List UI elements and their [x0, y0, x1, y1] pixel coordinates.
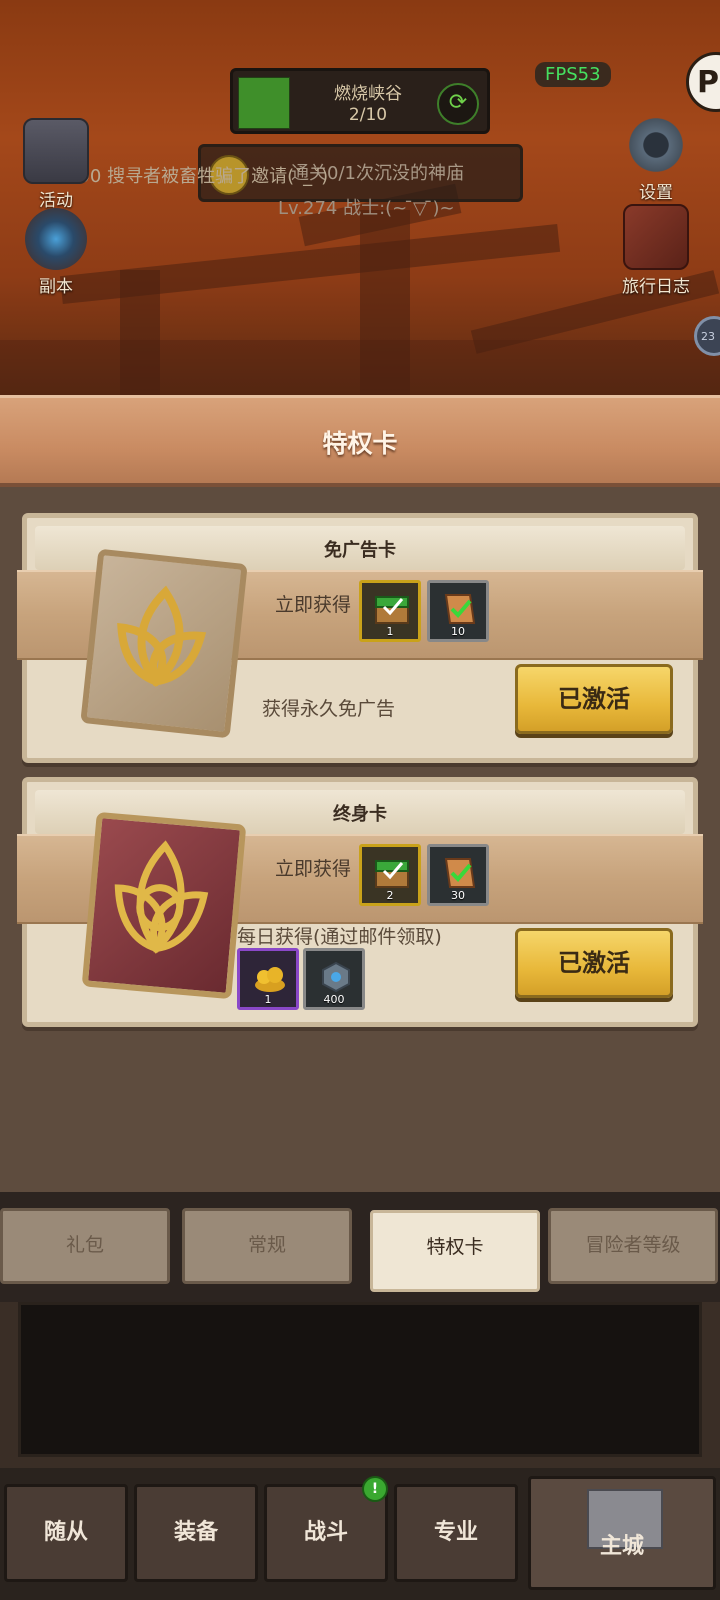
zone-panel[interactable]: 燃烧峡谷 2/10 ⟳	[230, 68, 490, 134]
content-area	[18, 1302, 702, 1457]
nav-equipment[interactable]: 装备	[134, 1484, 258, 1582]
daily-reward-label: 每日获得(通过邮件领取)	[237, 926, 442, 948]
settings-button[interactable]: 设置	[614, 114, 698, 203]
dungeon-icon	[25, 208, 87, 270]
celtic-knot-icon	[114, 840, 209, 954]
gear-icon	[625, 114, 687, 176]
tab-gift-pack[interactable]: 礼包	[0, 1208, 170, 1284]
gold-pile-icon	[255, 967, 285, 992]
reward-slot[interactable]: 1	[237, 948, 299, 1010]
dungeon-label: 副本	[39, 277, 73, 297]
reward-slot[interactable]: 400	[303, 948, 365, 1010]
instant-reward-label: 立即获得	[275, 858, 352, 880]
settings-label: 设置	[639, 183, 673, 203]
lifetime-card: 终身卡 立即获得 2 30 每日获得(通过邮件领取) 1 400 已激活	[17, 777, 703, 1027]
chest-icon	[375, 860, 409, 888]
nav-main-city-label: 主城	[599, 1534, 644, 1559]
journal-button[interactable]: 旅行日志	[614, 204, 698, 297]
zone-name: 燃烧峡谷	[334, 84, 402, 104]
nav-followers[interactable]: 随从	[4, 1484, 128, 1582]
instant-reward-label: 立即获得	[275, 594, 352, 616]
ticket-icon	[444, 858, 476, 888]
tab-privilege-card[interactable]: 特权卡	[370, 1210, 540, 1292]
nav-main-city[interactable]: 主城	[528, 1476, 716, 1590]
reward-count: 30	[451, 889, 465, 902]
panel-body: 免广告卡 立即获得 1 10 获得永久免广告 已激活 终身卡 立即获得 2 30…	[0, 487, 720, 1192]
reward-slot[interactable]: 1	[359, 580, 421, 642]
zone-thumbnail	[238, 77, 290, 129]
reward-slot[interactable]: 2	[359, 844, 421, 906]
zone-progress: 2/10	[348, 105, 388, 125]
events-icon	[23, 118, 89, 184]
reward-slot[interactable]: 10	[427, 580, 489, 642]
reward-count: 2	[386, 889, 394, 902]
reward-count: 400	[323, 993, 345, 1006]
card-description: 获得永久免广告	[262, 698, 396, 720]
gem-icon	[322, 961, 350, 993]
ad-free-card-art	[80, 548, 248, 739]
activated-button[interactable]: 已激活	[515, 928, 673, 998]
reward-count: 1	[386, 625, 394, 638]
tab-adventurer-level[interactable]: 冒险者等级	[548, 1208, 718, 1284]
events-button[interactable]: 活动	[14, 118, 98, 211]
triquetra-icon	[117, 585, 207, 688]
chat-count: 23	[701, 330, 715, 343]
reward-count: 10	[451, 625, 465, 638]
nav-profession[interactable]: 专业	[394, 1484, 518, 1582]
journal-label: 旅行日志	[622, 277, 690, 297]
panel-header: 特权卡	[0, 395, 720, 487]
ticket-icon	[444, 594, 476, 624]
shop-tabs: 礼包 常规 特权卡 冒险者等级	[0, 1192, 720, 1302]
chat-message: Lv.274 战士:(~ ̄▽ ̄)~	[278, 198, 455, 219]
fps-counter: FPS53	[535, 62, 611, 87]
lifetime-card-art	[81, 811, 247, 1000]
activated-button[interactable]: 已激活	[515, 664, 673, 734]
tab-regular[interactable]: 常规	[182, 1208, 352, 1284]
ad-free-card: 免广告卡 立即获得 1 10 获得永久免广告 已激活	[17, 513, 703, 763]
panel-title: 特权卡	[322, 429, 398, 458]
chest-icon	[375, 596, 409, 624]
refresh-icon[interactable]: ⟳	[437, 83, 479, 125]
journal-icon	[623, 204, 689, 270]
dungeon-button[interactable]: 副本	[14, 208, 98, 297]
bottom-nav: 随从 装备 战斗 专业 主城	[0, 1468, 720, 1600]
reward-count: 1	[264, 993, 272, 1006]
battle-alert-badge: !	[362, 1476, 388, 1502]
reward-slot[interactable]: 30	[427, 844, 489, 906]
